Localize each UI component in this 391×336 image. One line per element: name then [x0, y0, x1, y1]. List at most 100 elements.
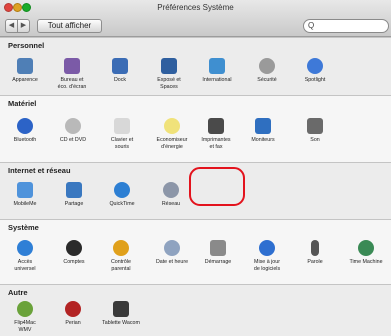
- pref-securite[interactable]: Sécurité: [244, 58, 290, 84]
- pref-controle-parental[interactable]: Contrôle parental: [98, 240, 144, 272]
- search-field[interactable]: Q: [303, 19, 389, 33]
- pref-label: Partage: [64, 201, 84, 207]
- pref-label: Bureau et éco. d'écran: [57, 77, 87, 90]
- pref-mise-a-jour[interactable]: Mise à jour de logiciels: [244, 240, 290, 272]
- pref-reseau[interactable]: Réseau: [148, 182, 194, 208]
- universal-access-icon: [17, 240, 33, 256]
- pref-bluetooth[interactable]: Bluetooth: [2, 118, 48, 144]
- pref-partage[interactable]: Partage: [51, 182, 97, 208]
- appearance-icon: [17, 58, 33, 74]
- perian-icon: [65, 301, 81, 317]
- pref-expose[interactable]: Exposé et Spaces: [146, 58, 192, 90]
- pref-clavier-souris[interactable]: Clavier et souris: [99, 118, 145, 150]
- pref-label: Spotlight: [304, 77, 326, 83]
- mobileme-icon: [17, 182, 33, 198]
- pref-label: Date et heure: [155, 259, 189, 265]
- pref-parole[interactable]: Parole: [292, 240, 338, 266]
- pref-label: Flip4Mac WMV: [14, 320, 36, 333]
- startup-disk-icon: [210, 240, 226, 256]
- pref-label: Réseau: [161, 201, 181, 207]
- pref-label: Contrôle parental: [110, 259, 132, 272]
- pref-date-heure[interactable]: Date et heure: [149, 240, 195, 266]
- forward-arrow-icon: ▶: [20, 22, 27, 29]
- pref-acces-universel[interactable]: Accès universel: [2, 240, 48, 272]
- pref-label: QuickTime: [109, 201, 135, 207]
- sharing-icon: [66, 182, 82, 198]
- pref-label: Moniteurs: [251, 137, 275, 143]
- pref-label: Démarrage: [204, 259, 232, 265]
- section-label: Système: [8, 223, 39, 232]
- window-title: Préférences Système: [157, 3, 234, 12]
- pref-label: Dock: [113, 77, 127, 83]
- pref-demarrage[interactable]: Démarrage: [195, 240, 241, 266]
- pref-label: Son: [310, 137, 320, 143]
- sound-icon: [307, 118, 323, 134]
- section-autre: Autre Flip4Mac WMV Perian Tablette Wacom: [0, 284, 391, 336]
- pref-label: Exposé et Spaces: [157, 77, 181, 90]
- pref-label: Accès universel: [14, 259, 36, 272]
- date-time-icon: [164, 240, 180, 256]
- pref-label: Tablette Wacom: [102, 320, 140, 326]
- pref-mobileme[interactable]: MobileMe: [2, 182, 48, 208]
- highlight-circle-printers: [189, 167, 245, 206]
- desktop-icon: [64, 58, 80, 74]
- security-icon: [259, 58, 275, 74]
- pref-comptes[interactable]: Comptes: [51, 240, 97, 266]
- pref-label: Bluetooth: [13, 137, 37, 143]
- pref-label: Parole: [307, 259, 323, 265]
- show-all-button[interactable]: Tout afficher: [37, 19, 102, 33]
- pref-international[interactable]: International: [194, 58, 240, 84]
- pref-tablette-wacom[interactable]: Tablette Wacom: [98, 301, 144, 327]
- pref-label: Mise à jour de logiciels: [253, 259, 281, 272]
- forward-button[interactable]: ▶: [17, 19, 30, 33]
- section-systeme: Système Accès universel Comptes Contrôle…: [0, 219, 391, 284]
- pref-economiseur[interactable]: Economiseur d'énergie: [149, 118, 195, 150]
- accounts-icon: [66, 240, 82, 256]
- pref-quicktime[interactable]: QuickTime: [99, 182, 145, 208]
- back-arrow-icon: ◀: [8, 22, 15, 29]
- search-icon: Q: [308, 21, 315, 30]
- section-materiel: Matériel Bluetooth CD et DVD Clavier et …: [0, 95, 391, 162]
- pref-son[interactable]: Son: [292, 118, 338, 144]
- pref-label: MobileMe: [13, 201, 37, 207]
- bluetooth-icon: [17, 118, 33, 134]
- pref-label: Economiseur d'énergie: [156, 137, 188, 150]
- section-personnel: Personnel Apparence Bureau et éco. d'écr…: [0, 37, 391, 95]
- time-machine-icon: [358, 240, 374, 256]
- section-label: Personnel: [8, 41, 45, 50]
- pref-label: Comptes: [63, 259, 85, 265]
- pref-imprimantes-fax[interactable]: Imprimantes et fax: [193, 118, 239, 150]
- pref-perian[interactable]: Perian: [50, 301, 96, 327]
- pref-label: CD et DVD: [59, 137, 87, 143]
- keyboard-mouse-icon: [114, 118, 130, 134]
- flip4mac-icon: [17, 301, 33, 317]
- cd-dvd-icon: [65, 118, 81, 134]
- section-label: Matériel: [8, 99, 37, 108]
- pref-flip4mac[interactable]: Flip4Mac WMV: [2, 301, 48, 333]
- software-update-icon: [259, 240, 275, 256]
- pref-bureau[interactable]: Bureau et éco. d'écran: [49, 58, 95, 90]
- pref-spotlight[interactable]: Spotlight: [292, 58, 338, 84]
- spotlight-icon: [307, 58, 323, 74]
- wacom-icon: [113, 301, 129, 317]
- section-label: Internet et réseau: [8, 166, 71, 175]
- pref-time-machine[interactable]: Time Machine: [343, 240, 389, 266]
- toolbar: Préférences Système ◀ ▶ Tout afficher Q: [0, 0, 391, 37]
- pref-label: Clavier et souris: [110, 137, 134, 150]
- parental-controls-icon: [113, 240, 129, 256]
- pref-label: Sécurité: [257, 77, 277, 83]
- dock-icon: [112, 58, 128, 74]
- pref-label: Time Machine: [349, 259, 383, 265]
- pref-apparence[interactable]: Apparence: [2, 58, 48, 84]
- pref-label: Perian: [65, 320, 81, 326]
- pref-label: Apparence: [12, 77, 38, 83]
- international-icon: [209, 58, 225, 74]
- expose-icon: [161, 58, 177, 74]
- quicktime-icon: [114, 182, 130, 198]
- pref-moniteurs[interactable]: Moniteurs: [240, 118, 286, 144]
- pref-label: International: [202, 77, 232, 83]
- system-preferences-window: Préférences Système ◀ ▶ Tout afficher Q …: [0, 0, 391, 336]
- pref-label: Imprimantes et fax: [201, 137, 231, 150]
- pref-cd-dvd[interactable]: CD et DVD: [50, 118, 96, 144]
- pref-dock[interactable]: Dock: [97, 58, 143, 84]
